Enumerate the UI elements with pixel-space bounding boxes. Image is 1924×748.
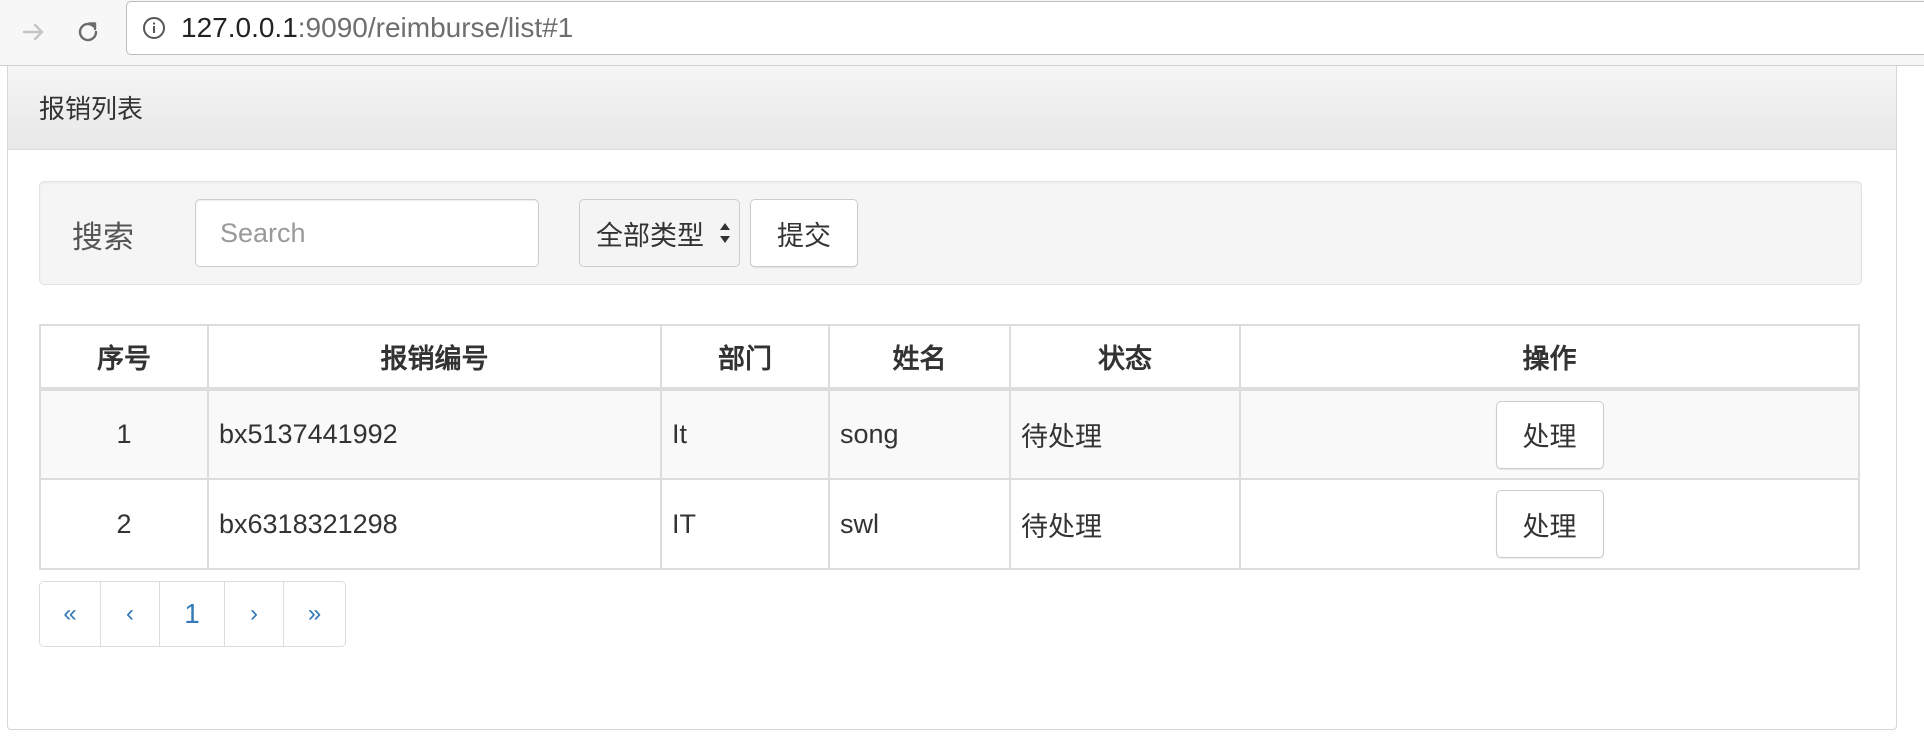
page-prev-button[interactable]: ‹ [101, 582, 160, 646]
search-input[interactable] [195, 199, 539, 267]
search-form: 搜索 全部类型 提交 [39, 181, 1862, 285]
cell-name: song [828, 388, 1011, 480]
url-path: :9090/reimburse/list#1 [297, 12, 574, 43]
page-first-button[interactable]: « [40, 582, 101, 646]
table-row: 1 bx5137441992 It song 待处理 处理 [39, 388, 1860, 480]
reload-button[interactable] [62, 8, 114, 56]
url-text[interactable]: 127.0.0.1:9090/reimburse/list#1 [181, 12, 573, 44]
cell-action: 处理 [1239, 478, 1860, 570]
page-next-button[interactable]: › [225, 582, 284, 646]
column-header-index: 序号 [39, 324, 209, 391]
forward-arrow-icon [22, 23, 44, 41]
cell-status: 待处理 [1009, 388, 1241, 480]
type-select-value: 全部类型 [596, 220, 704, 251]
panel-title: 报销列表 [39, 94, 144, 124]
column-header-status: 状态 [1009, 324, 1241, 391]
address-bar[interactable]: 127.0.0.1:9090/reimburse/list#1 [126, 1, 1924, 55]
cell-name: swl [828, 478, 1011, 570]
pagination: « ‹ 1 › » [39, 581, 346, 647]
forward-button[interactable] [8, 8, 60, 56]
reimburse-table: 序号 报销编号 部门 姓名 状态 操作 1 bx5137441992 It so… [39, 324, 1860, 570]
select-arrows-icon [720, 223, 730, 243]
reload-icon [78, 22, 98, 42]
cell-action: 处理 [1239, 388, 1860, 480]
table-header-row: 序号 报销编号 部门 姓名 状态 操作 [39, 324, 1860, 391]
cell-index: 2 [39, 478, 209, 570]
page-last-button[interactable]: » [284, 582, 345, 646]
type-select[interactable]: 全部类型 [579, 199, 740, 267]
reimburse-panel: 报销列表 搜索 全部类型 提交 序号 报销编号 部门 姓名 [7, 66, 1897, 730]
table-row: 2 bx6318321298 IT swl 待处理 处理 [39, 478, 1860, 570]
column-header-department: 部门 [660, 324, 830, 391]
process-button[interactable]: 处理 [1495, 400, 1604, 469]
browser-toolbar: 127.0.0.1:9090/reimburse/list#1 [0, 0, 1924, 66]
column-header-code: 报销编号 [207, 324, 662, 391]
cell-code: bx6318321298 [207, 478, 662, 570]
info-icon[interactable] [141, 15, 167, 41]
cell-index: 1 [39, 388, 209, 480]
process-button[interactable]: 处理 [1495, 490, 1604, 558]
panel-heading: 报销列表 [8, 66, 1896, 150]
url-host: 127.0.0.1 [181, 12, 298, 43]
cell-department: It [660, 388, 830, 480]
column-header-action: 操作 [1239, 324, 1860, 391]
search-label: 搜索 [72, 220, 134, 255]
column-header-name: 姓名 [828, 324, 1011, 391]
page-number-1[interactable]: 1 [160, 582, 225, 646]
cell-department: IT [660, 478, 830, 570]
cell-code: bx5137441992 [207, 388, 662, 480]
cell-status: 待处理 [1009, 478, 1241, 570]
submit-button[interactable]: 提交 [750, 199, 858, 267]
